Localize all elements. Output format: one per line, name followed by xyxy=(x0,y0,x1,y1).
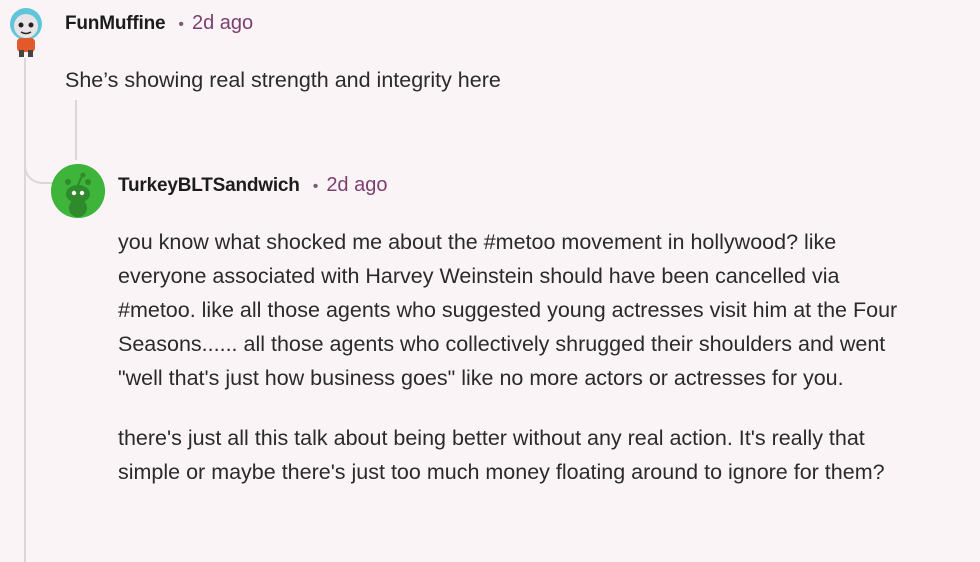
timestamp[interactable]: 2d ago xyxy=(192,12,253,35)
thread-line xyxy=(24,58,26,562)
avatar[interactable] xyxy=(6,4,46,58)
snoo-avatar-icon xyxy=(10,8,42,57)
username[interactable]: FunMuffine xyxy=(65,13,166,35)
separator-dot: • xyxy=(178,16,184,33)
avatar[interactable] xyxy=(51,164,105,218)
thread-branch-curve xyxy=(24,150,52,184)
comment-paragraph: there's just all this talk about being b… xyxy=(118,426,885,484)
thread-branch-line xyxy=(75,100,77,160)
timestamp[interactable]: 2d ago xyxy=(326,174,387,197)
comment-body: you know what shocked me about the #meto… xyxy=(118,225,918,489)
comment-paragraph: you know what shocked me about the #meto… xyxy=(118,230,898,390)
comment-header: TurkeyBLTSandwich • 2d ago xyxy=(118,174,387,197)
comment-paragraph: She’s showing real strength and integrit… xyxy=(65,68,501,92)
separator-dot: • xyxy=(312,178,319,195)
snoo-avatar-icon xyxy=(51,164,105,218)
comment-header: FunMuffine • 2d ago xyxy=(65,12,253,35)
comment-body: She’s showing real strength and integrit… xyxy=(65,63,945,97)
username[interactable]: TurkeyBLTSandwich xyxy=(118,175,300,197)
